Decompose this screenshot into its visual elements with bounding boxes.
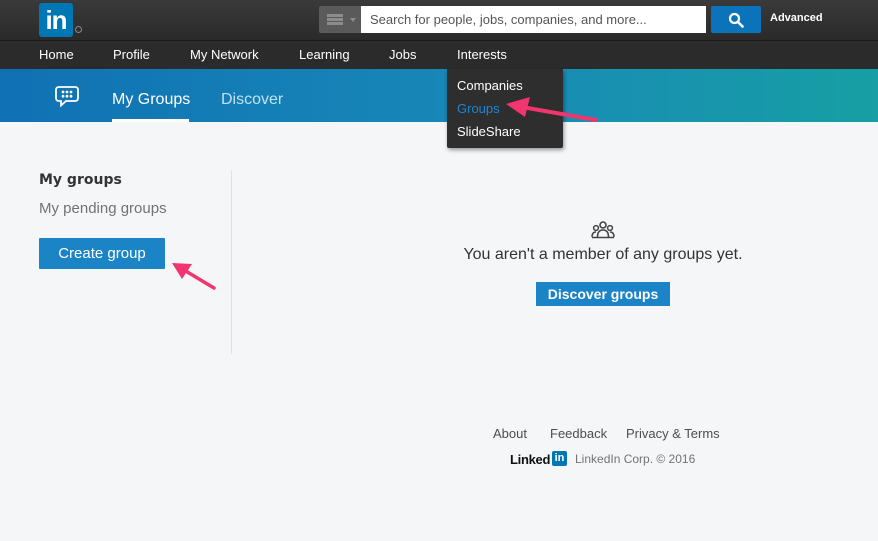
footer-copyright: LinkedIn Corp. © 2016 bbox=[575, 452, 696, 466]
nav-home[interactable]: Home bbox=[39, 47, 74, 62]
annotation-arrow-icon bbox=[506, 97, 598, 122]
nav-my-network[interactable]: My Network bbox=[190, 47, 259, 62]
registered-mark-icon bbox=[75, 26, 82, 33]
search-button[interactable] bbox=[711, 6, 761, 33]
footer-link-feedback[interactable]: Feedback bbox=[550, 426, 607, 441]
sidebar-title-my-groups[interactable]: My groups bbox=[39, 172, 122, 188]
groups-chat-icon bbox=[55, 86, 79, 107]
groups-header: My Groups Discover bbox=[0, 69, 878, 122]
linkedin-logo[interactable]: in bbox=[39, 3, 73, 37]
main-nav: Home Profile My Network Learning Jobs In… bbox=[0, 40, 878, 69]
nav-interests[interactable]: Interests bbox=[457, 47, 507, 62]
caret-down-icon bbox=[350, 18, 356, 22]
tab-discover[interactable]: Discover bbox=[221, 91, 283, 109]
sidebar-divider bbox=[231, 170, 232, 354]
search-category-menu-button[interactable] bbox=[319, 6, 361, 33]
annotation-arrow-icon bbox=[172, 263, 216, 290]
nav-learning[interactable]: Learning bbox=[299, 47, 350, 62]
create-group-button[interactable]: Create group bbox=[39, 238, 165, 269]
active-tab-indicator bbox=[112, 119, 189, 122]
search-input[interactable] bbox=[361, 6, 706, 33]
nav-jobs[interactable]: Jobs bbox=[389, 47, 416, 62]
empty-state-message: You aren't a member of any groups yet. bbox=[463, 246, 743, 263]
footer-link-about[interactable]: About bbox=[493, 426, 527, 441]
nav-profile[interactable]: Profile bbox=[113, 47, 150, 62]
search-icon bbox=[728, 12, 744, 28]
advanced-search-link[interactable]: Advanced bbox=[770, 12, 823, 24]
dropdown-item-groups[interactable]: Groups bbox=[457, 101, 500, 116]
tab-my-groups[interactable]: My Groups bbox=[112, 91, 190, 109]
top-bar: in Advanced bbox=[0, 0, 878, 40]
footer-logo-word: Linked bbox=[510, 452, 551, 467]
footer-logo-box: in bbox=[552, 451, 567, 466]
dropdown-item-companies[interactable]: Companies bbox=[457, 78, 523, 93]
hamburger-icon bbox=[327, 14, 343, 25]
discover-groups-button[interactable]: Discover groups bbox=[536, 282, 670, 306]
footer-link-privacy-terms[interactable]: Privacy & Terms bbox=[626, 426, 720, 441]
people-group-icon bbox=[591, 221, 615, 239]
sidebar-link-pending-groups[interactable]: My pending groups bbox=[39, 200, 167, 217]
